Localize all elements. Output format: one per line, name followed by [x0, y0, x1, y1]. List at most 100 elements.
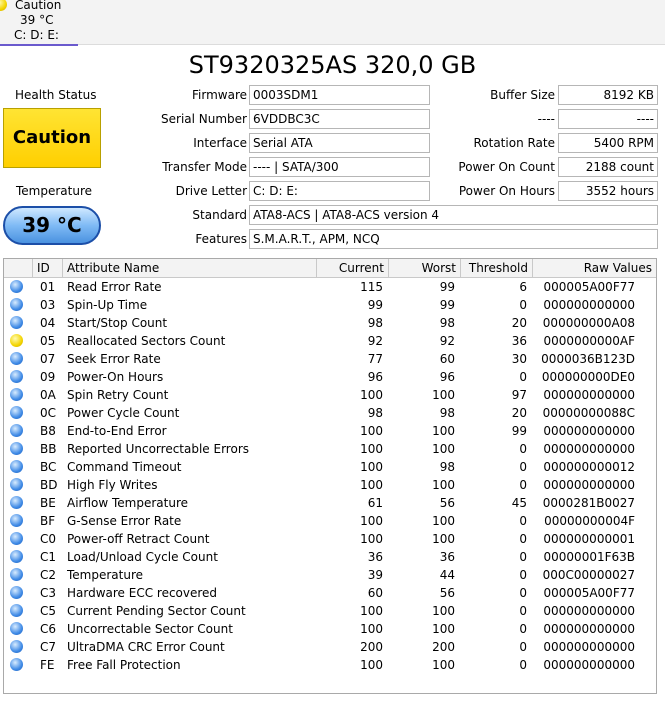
attribute-name: Load/Unload Cycle Count [67, 550, 218, 564]
attribute-current: 98 [367, 406, 383, 420]
table-row[interactable]: 09 Power-On Hours 96 96 0 000000000DE0 [4, 368, 656, 386]
temperature-label: Temperature [16, 184, 93, 198]
attribute-threshold: 0 [519, 550, 527, 564]
power-on-count-field: 2188 count [558, 157, 658, 177]
table-row[interactable]: 01 Read Error Rate 115 99 6 000005A00F77 [4, 278, 656, 296]
attribute-name: Hardware ECC recovered [67, 586, 218, 600]
table-header: ID Attribute Name Current Worst Threshol… [4, 259, 656, 278]
good-status-icon [10, 460, 23, 473]
attribute-current: 115 [360, 280, 383, 294]
table-row[interactable]: 0A Spin Retry Count 100 100 97 000000000000 [4, 386, 656, 404]
health-status-button[interactable]: Caution [3, 108, 101, 168]
table-row[interactable]: C6 Uncorrectable Sector Count 100 100 0 00000… [4, 620, 656, 638]
table-row[interactable]: C3 Hardware ECC recovered 60 56 0 000005A00F7… [4, 584, 656, 602]
tab-status: Caution [15, 0, 62, 12]
attribute-worst: 100 [432, 388, 455, 402]
column-header-attribute-name[interactable]: Attribute Name [63, 259, 317, 277]
good-status-icon [10, 316, 23, 329]
attribute-id: C6 [40, 622, 57, 636]
good-status-icon [10, 280, 23, 293]
column-header-id[interactable]: ID [33, 259, 63, 277]
attribute-worst: 100 [432, 604, 455, 618]
attribute-id: 05 [40, 334, 56, 348]
table-row[interactable]: 05 Reallocated Sectors Count 92 92 36 0000000… [4, 332, 656, 350]
column-header-raw-values[interactable]: Raw Values [533, 259, 656, 277]
attribute-id: BD [40, 478, 58, 492]
attribute-current: 200 [360, 640, 383, 654]
attribute-id: BE [40, 496, 56, 510]
attribute-name: Power Cycle Count [67, 406, 180, 420]
attribute-raw-value: 000000000A08 [542, 316, 635, 330]
attribute-id: 0C [40, 406, 57, 420]
table-row[interactable]: BD High Fly Writes 100 100 0 000000000000 [4, 476, 656, 494]
rotation-rate-field: 5400 RPM [558, 133, 658, 153]
attribute-raw-value: 000000000000 [543, 604, 635, 618]
attribute-worst: 98 [439, 406, 455, 420]
attribute-raw-value: 000000000000 [543, 442, 635, 456]
table-row[interactable]: C7 UltraDMA CRC Error Count 200 200 0 0000000… [4, 638, 656, 656]
disk-tab[interactable]: Caution 39 °C C: D: E: [0, 0, 78, 46]
attribute-worst: 96 [439, 370, 455, 384]
attribute-threshold: 0 [519, 640, 527, 654]
attribute-id: BF [40, 514, 56, 528]
table-row[interactable]: C0 Power-off Retract Count 100 100 0 00000000… [4, 530, 656, 548]
attribute-raw-value: 0000281B0027 [542, 496, 635, 510]
attribute-worst: 98 [439, 316, 455, 330]
attribute-current: 39 [367, 568, 383, 582]
table-row[interactable]: 04 Start/Stop Count 98 98 20 000000000A08 [4, 314, 656, 332]
attribute-threshold: 0 [519, 298, 527, 312]
attribute-worst: 36 [439, 550, 455, 564]
table-row[interactable]: C2 Temperature 39 44 0 000C00000027 [4, 566, 656, 584]
attribute-worst: 92 [439, 334, 455, 348]
attribute-current: 100 [360, 622, 383, 636]
attribute-threshold: 0 [519, 532, 527, 546]
good-status-icon [10, 658, 23, 671]
attribute-threshold: 0 [519, 586, 527, 600]
attribute-raw-value: 000000000000 [543, 424, 635, 438]
attribute-id: 04 [40, 316, 56, 330]
attribute-current: 100 [360, 442, 383, 456]
attribute-current: 96 [367, 370, 383, 384]
attribute-name: High Fly Writes [67, 478, 158, 492]
table-row[interactable]: C5 Current Pending Sector Count 100 100 0 000… [4, 602, 656, 620]
table-row[interactable]: B8 End-to-End Error 100 100 99 000000000000 [4, 422, 656, 440]
attribute-worst: 60 [439, 352, 455, 366]
standard-label: Standard [192, 208, 247, 222]
health-status-label: Health Status [15, 88, 97, 102]
firmware-field: 0003SDM1 [249, 85, 430, 105]
table-row[interactable]: 07 Seek Error Rate 77 60 30 0000036B123D [4, 350, 656, 368]
column-header-worst[interactable]: Worst [389, 259, 461, 277]
attribute-id: C5 [40, 604, 57, 618]
power-on-hours-label: Power On Hours [458, 184, 555, 198]
attribute-raw-value: 000C00000027 [542, 568, 635, 582]
attribute-current: 100 [360, 478, 383, 492]
temperature-button[interactable]: 39 °C [3, 206, 101, 245]
attribute-worst: 200 [432, 640, 455, 654]
good-status-icon [10, 550, 23, 563]
tab-drive-letters: C: D: E: [14, 28, 59, 42]
table-row[interactable]: C1 Load/Unload Cycle Count 36 36 0 00000001F6… [4, 548, 656, 566]
attribute-name: G-Sense Error Rate [67, 514, 182, 528]
column-header-current[interactable]: Current [317, 259, 389, 277]
features-label: Features [195, 232, 247, 246]
column-header-status[interactable] [4, 259, 33, 277]
table-row[interactable]: BF G-Sense Error Rate 100 100 0 00000000004F [4, 512, 656, 530]
attribute-id: C3 [40, 586, 57, 600]
attribute-threshold: 0 [519, 478, 527, 492]
table-row[interactable]: 0C Power Cycle Count 98 98 20 00000000088C [4, 404, 656, 422]
attribute-raw-value: 000000000000 [543, 658, 635, 672]
attribute-current: 98 [367, 316, 383, 330]
attribute-name: Seek Error Rate [67, 352, 161, 366]
table-row[interactable]: 03 Spin-Up Time 99 99 0 000000000000 [4, 296, 656, 314]
table-row[interactable]: BB Reported Uncorrectable Errors 100 100 0 00… [4, 440, 656, 458]
caution-status-icon [0, 0, 7, 11]
table-row[interactable]: FE Free Fall Protection 100 100 0 00000000000… [4, 656, 656, 674]
column-header-threshold[interactable]: Threshold [461, 259, 533, 277]
attribute-name: Spin-Up Time [67, 298, 148, 312]
attribute-name: Power-On Hours [67, 370, 164, 384]
good-status-icon [10, 424, 23, 437]
table-row[interactable]: BE Airflow Temperature 61 56 45 0000281B0027 [4, 494, 656, 512]
attribute-id: C2 [40, 568, 57, 582]
attribute-name: End-to-End Error [67, 424, 167, 438]
table-row[interactable]: BC Command Timeout 100 98 0 000000000012 [4, 458, 656, 476]
